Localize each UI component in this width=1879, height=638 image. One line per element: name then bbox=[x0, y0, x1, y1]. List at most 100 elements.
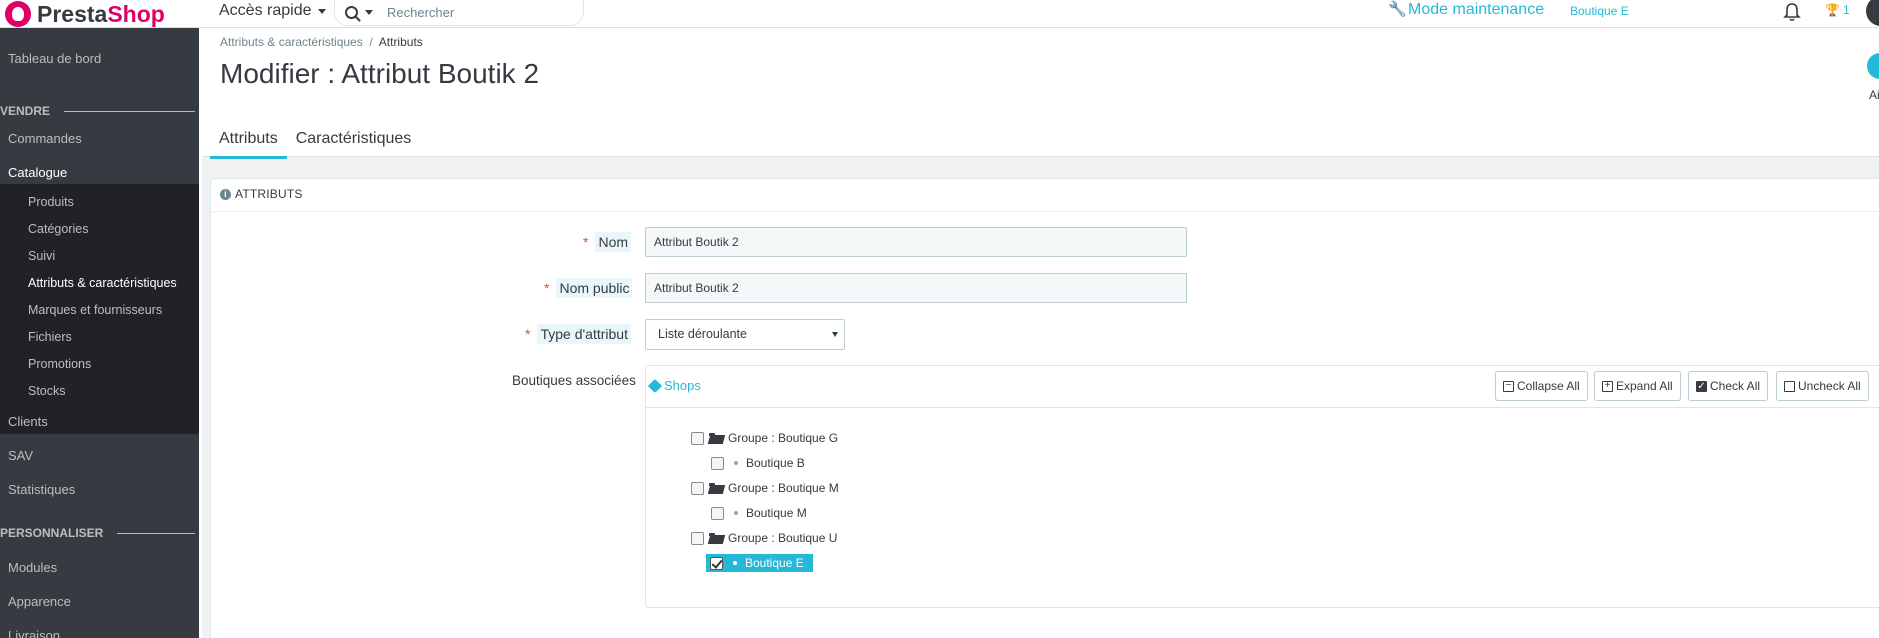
wrench-icon: 🔧 bbox=[1388, 1, 1407, 18]
sidebar-item-modules[interactable]: Modules bbox=[8, 560, 57, 575]
check-all-button[interactable]: ✓ Check All bbox=[1688, 371, 1769, 401]
group-label[interactable]: Groupe : Boutique U bbox=[728, 531, 843, 545]
sidebar-subitem-stocks[interactable]: Stocks bbox=[28, 384, 66, 398]
tab-bar: Attributs Caractéristiques bbox=[210, 123, 420, 159]
info-icon: i bbox=[220, 188, 231, 200]
shops-title: Shops bbox=[647, 378, 701, 393]
sidebar-subitem-attributes[interactable]: Attributs & caractéristiques bbox=[28, 276, 177, 290]
shop-link[interactable]: Boutique E bbox=[1570, 4, 1635, 18]
prestashop-logo[interactable]: Presta Shop bbox=[0, 0, 165, 28]
quick-access-menu[interactable]: Accès rapide bbox=[219, 2, 326, 20]
sidebar-item-dashboard[interactable]: Tableau de bord bbox=[8, 51, 101, 66]
sidebar-item-customers[interactable]: Clients bbox=[8, 414, 48, 429]
shop-label[interactable]: Boutique M bbox=[746, 506, 812, 520]
sidebar-subitem-products[interactable]: Produits bbox=[28, 195, 74, 209]
sidebar-section-customize-label: PERSONNALISER bbox=[0, 526, 104, 540]
collapse-all-label: Collapse All bbox=[1517, 379, 1580, 393]
name-field[interactable]: Attribut Boutik 2 bbox=[645, 227, 1187, 257]
shops-label: Boutiques associées bbox=[512, 373, 636, 388]
sidebar-divider bbox=[64, 110, 195, 112]
shop-label[interactable]: Boutique E bbox=[745, 556, 811, 570]
expand-all-button[interactable]: + Expand All bbox=[1594, 371, 1681, 401]
help-icon[interactable] bbox=[1867, 53, 1879, 79]
breadcrumb-parent-link[interactable]: Attributs & caractéristiques bbox=[220, 35, 363, 49]
sidebar-item-appearance[interactable]: Apparence bbox=[8, 594, 71, 609]
required-marker: * bbox=[583, 234, 589, 250]
bullet-icon bbox=[734, 511, 738, 515]
sidebar-subitem-promotions[interactable]: Promotions bbox=[28, 357, 91, 371]
plus-square-icon: + bbox=[1602, 380, 1613, 392]
panel-heading: i ATTRIBUTS bbox=[220, 187, 303, 201]
avatar[interactable] bbox=[1866, 0, 1879, 26]
collapse-all-button[interactable]: − Collapse All bbox=[1495, 371, 1588, 401]
shop-checkbox[interactable] bbox=[711, 506, 724, 520]
attribute-type-select[interactable]: Liste déroulante bbox=[645, 319, 845, 350]
public-name-label-text: Nom public bbox=[556, 278, 633, 298]
sidebar-subitem-categories[interactable]: Catégories bbox=[28, 222, 88, 236]
select-arrow-icon bbox=[832, 332, 838, 337]
expand-all-label: Expand All bbox=[1616, 379, 1673, 393]
folder-open-icon bbox=[709, 432, 725, 444]
page-title: Modifier : Attribut Boutik 2 bbox=[220, 58, 540, 89]
trophy-badge[interactable]: 🏆 1 bbox=[1825, 3, 1850, 17]
breadcrumb-current: Attributs bbox=[378, 35, 423, 49]
shop-checkbox[interactable] bbox=[711, 456, 724, 470]
tree-shop-node-selected: Boutique E bbox=[706, 554, 813, 572]
shop-label[interactable]: Boutique B bbox=[746, 456, 812, 470]
sidebar-subitem-files[interactable]: Fichiers bbox=[28, 330, 72, 344]
tree-group-node: Groupe : Boutique U bbox=[691, 531, 843, 545]
group-checkbox[interactable] bbox=[691, 431, 704, 445]
attribute-type-label: * Type d'attribut bbox=[525, 324, 631, 344]
quick-access-label: Accès rapide bbox=[219, 2, 312, 19]
tab-features[interactable]: Caractéristiques bbox=[287, 123, 421, 159]
group-label[interactable]: Groupe : Boutique M bbox=[728, 481, 846, 495]
group-checkbox[interactable] bbox=[691, 481, 704, 495]
logo-text-presta: Presta bbox=[37, 0, 108, 27]
top-header: PrestaShop Accès rapide 🔧 Mode maintenan… bbox=[0, 0, 1879, 28]
tree-shop-node: Boutique B bbox=[711, 456, 812, 470]
tree-shop-node: Boutique M bbox=[711, 506, 812, 520]
shop-checkbox-checked[interactable] bbox=[710, 556, 723, 570]
puffin-logo-icon bbox=[5, 1, 31, 27]
search-input[interactable] bbox=[387, 5, 567, 20]
maintenance-mode-link[interactable]: 🔧 Mode maintenance bbox=[1388, 1, 1544, 19]
shop-tree-toolbar: Shops − Collapse All + Expand All ✓ Chec… bbox=[646, 366, 1879, 408]
public-name-label: * Nom public bbox=[544, 278, 633, 298]
sidebar-item-sav[interactable]: SAV bbox=[8, 448, 33, 463]
sidebar-item-orders[interactable]: Commandes bbox=[8, 131, 82, 146]
name-label-text: Nom bbox=[595, 232, 632, 252]
bullet-icon bbox=[733, 561, 737, 565]
folder-open-icon bbox=[709, 482, 725, 494]
search-scope-chevron-icon[interactable] bbox=[365, 10, 373, 15]
public-name-field[interactable]: Attribut Boutik 2 bbox=[645, 273, 1187, 303]
help-label[interactable]: Ai bbox=[1869, 88, 1879, 102]
sidebar-item-stats[interactable]: Statistiques bbox=[8, 482, 75, 497]
search-icon[interactable] bbox=[345, 6, 358, 19]
group-checkbox[interactable] bbox=[691, 531, 704, 545]
sidebar-divider bbox=[117, 532, 195, 534]
sidebar-subitem-brands[interactable]: Marques et fournisseurs bbox=[28, 303, 162, 317]
sidebar-section-customize: PERSONNALISER bbox=[0, 526, 195, 540]
name-label: * Nom bbox=[583, 232, 632, 252]
panel-title: ATTRIBUTS bbox=[235, 187, 303, 201]
check-square-icon: ✓ bbox=[1696, 380, 1707, 392]
uncheck-all-label: Uncheck All bbox=[1798, 379, 1861, 393]
bell-icon[interactable] bbox=[1783, 2, 1801, 22]
bullet-icon bbox=[734, 461, 738, 465]
folder-open-icon bbox=[709, 532, 725, 544]
shops-title-text: Shops bbox=[664, 378, 701, 393]
breadcrumb: Attributs & caractéristiques / Attributs bbox=[220, 35, 423, 49]
sidebar-subitem-tracking[interactable]: Suivi bbox=[28, 249, 55, 263]
maintenance-label: Mode maintenance bbox=[1408, 1, 1545, 18]
tag-icon bbox=[647, 378, 663, 393]
uncheck-all-button[interactable]: Uncheck All bbox=[1776, 371, 1869, 401]
required-marker: * bbox=[544, 280, 550, 296]
logo-text-shop: Shop bbox=[107, 0, 165, 27]
tree-group-node: Groupe : Boutique G bbox=[691, 431, 843, 445]
sidebar: Tableau de bord VENDRE Commandes Catalog… bbox=[0, 28, 199, 638]
chevron-down-icon bbox=[317, 8, 326, 14]
sidebar-item-shipping[interactable]: Livraison bbox=[8, 628, 60, 638]
sidebar-item-catalog[interactable]: Catalogue bbox=[8, 165, 67, 180]
tab-attributes[interactable]: Attributs bbox=[210, 123, 287, 159]
group-label[interactable]: Groupe : Boutique G bbox=[728, 431, 843, 445]
